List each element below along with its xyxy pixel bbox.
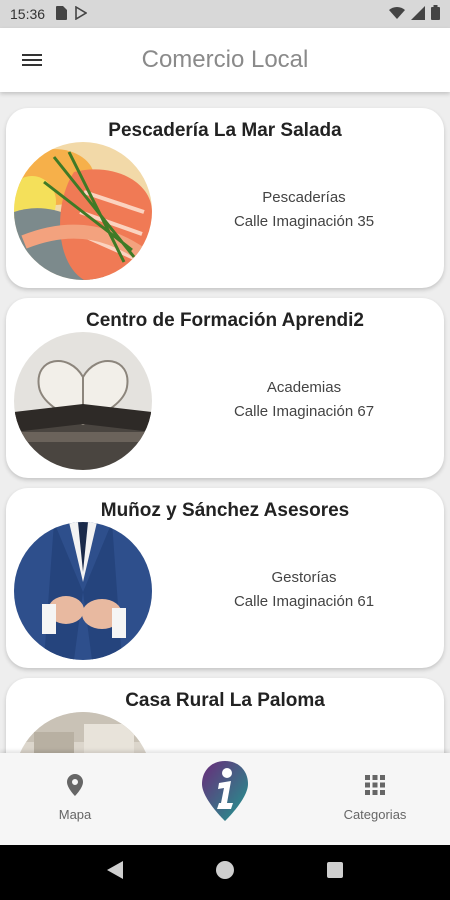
business-name: Casa Rural La Paloma [125,690,325,711]
business-category: Academias [266,379,342,396]
home-circle-icon [216,861,234,884]
play-store-icon [75,5,88,23]
business-address: Calle Imaginación 35 [233,213,375,230]
status-time: 15:36 [10,6,46,22]
info-logo-button[interactable] [200,759,250,823]
nav-map-label: Mapa [58,807,92,822]
business-address: Calle Imaginación 67 [233,403,375,420]
business-category: Gestorías [271,569,337,586]
business-card[interactable]: Casa Rural La Paloma [6,678,444,753]
status-icons [389,5,440,23]
business-info: Academias Calle Imaginación 67 [164,376,444,424]
signal-icon [411,5,425,23]
nav-categories-label: Categorias [343,807,407,822]
page-title: Comercio Local [141,46,309,73]
info-pin-logo-icon [200,761,250,827]
business-card[interactable]: Centro de Formación Aprendi2 Academias C… [6,298,444,478]
menu-button[interactable] [0,28,64,92]
business-name: Muñoz y Sánchez Asesores [100,500,350,521]
system-navigation-bar [0,845,450,900]
nav-categories-button[interactable]: Categorias [315,773,435,822]
home-button[interactable] [205,853,245,893]
nav-map-button[interactable]: Mapa [15,773,135,822]
battery-icon [431,5,440,23]
sim-card-icon [55,5,68,23]
grid-icon [365,774,385,798]
business-card[interactable]: Pescadería La Mar Salada Pescaderías Cal… [6,108,444,288]
wifi-icon [389,6,405,23]
status-bar: 15:36 [0,0,450,28]
business-name: Centro de Formación Aprendi2 [86,310,364,331]
business-info: Pescaderías Calle Imaginación 35 [164,186,444,234]
business-photo-book-heart [14,332,152,470]
business-name: Pescadería La Mar Salada [108,120,342,141]
back-triangle-icon [107,861,123,884]
location-pin-icon [67,773,83,799]
business-list[interactable]: Pescadería La Mar Salada Pescaderías Cal… [0,92,450,753]
business-photo-suit [14,522,152,660]
bottom-navigation: Mapa Categorias [0,753,450,845]
recents-square-icon [327,862,343,883]
business-photo-salmon [14,142,152,280]
business-photo-rural-house [14,712,152,753]
business-address: Calle Imaginación 61 [233,593,375,610]
app-bar: Comercio Local [0,28,450,92]
business-card[interactable]: Muñoz y Sánchez Asesores Gestorías Calle… [6,488,444,668]
business-category: Pescaderías [262,189,346,206]
back-button[interactable] [95,853,135,893]
business-info: Gestorías Calle Imaginación 61 [164,566,444,614]
recents-button[interactable] [315,853,355,893]
hamburger-menu-icon [22,51,42,69]
